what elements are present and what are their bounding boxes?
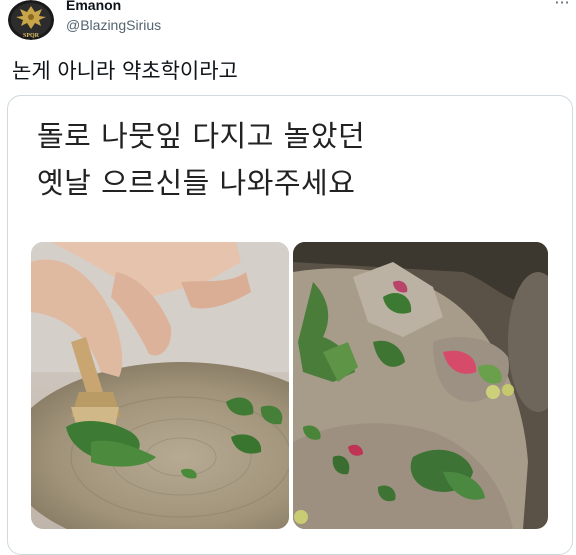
- avatar[interactable]: SPQR: [8, 0, 54, 40]
- author-display-name[interactable]: Emanon: [66, 0, 121, 13]
- svg-text:SPQR: SPQR: [23, 33, 40, 39]
- photo-stones-with-leaves[interactable]: [293, 242, 548, 529]
- tweet-text: 논게 아니라 약초학이라고: [12, 59, 238, 83]
- meme-caption-line-1: 돌로 나뭇잎 다지고 놀았던: [37, 119, 366, 153]
- more-horizontal-icon[interactable]: ···: [553, 0, 571, 11]
- photo-hand-pounding-leaves[interactable]: [31, 242, 289, 529]
- spqr-eagle-logo: SPQR: [8, 0, 54, 40]
- media-card[interactable]: 돌로 나뭇잎 다지고 놀았던 옛날 으르신들 나와주세요: [7, 95, 573, 555]
- meme-caption-line-2: 옛날 으르신들 나와주세요: [37, 166, 356, 200]
- author-handle[interactable]: @BlazingSirius: [66, 16, 161, 34]
